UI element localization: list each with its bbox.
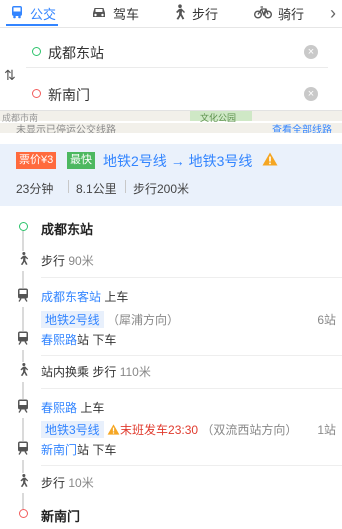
start-dot-icon xyxy=(19,222,28,231)
step-board-2-text: 春熙路 上车 xyxy=(41,399,104,416)
bus-icon xyxy=(10,5,24,22)
step-transfer-text: 站内换乘 步行 110米 xyxy=(41,363,151,380)
start-dot-icon xyxy=(32,47,41,56)
end-row: 新南门 × xyxy=(26,79,328,109)
walk-icon xyxy=(172,3,186,23)
board-1-suffix: 上车 xyxy=(104,290,129,304)
tab-car-label: 驾车 xyxy=(113,6,140,22)
warning-icon xyxy=(262,152,278,171)
walk-1-label: 步行 xyxy=(41,254,66,268)
meta-divider xyxy=(68,180,69,193)
end-dot-icon xyxy=(19,509,28,518)
route-steps: 成都东站 步行 90米 成都东客站 上车 地铁2号线 （犀浦方向） 6站 春熙路… xyxy=(0,207,342,529)
tab-bicycle[interactable]: 骑行 xyxy=(254,0,304,26)
fastest-badge: 最快 xyxy=(67,152,95,169)
car-icon xyxy=(91,5,107,22)
subway-icon xyxy=(17,441,29,460)
step-divider xyxy=(41,355,342,356)
route-lines: 地铁2号线 → 地铁3号线 xyxy=(103,151,252,171)
line-1-stop-count[interactable]: 6站 xyxy=(317,311,336,328)
last-train-warning-icon xyxy=(107,423,120,437)
map-label-park: 文化公园 xyxy=(200,113,237,123)
walk-icon xyxy=(17,362,29,382)
subway-icon xyxy=(17,399,29,418)
walk-2-label: 步行 xyxy=(41,476,66,490)
map-preview[interactable]: 成都市南 文化公园 未显示已停运公交线路 查看全部线路 xyxy=(0,110,342,133)
alight-1-station[interactable]: 春熙路 xyxy=(41,333,77,347)
transfer-distance: 110米 xyxy=(119,365,151,379)
line-2-tag[interactable]: 地铁3号线 xyxy=(41,421,104,438)
step-divider xyxy=(41,388,342,389)
transfer-label: 站内换乘 步行 xyxy=(41,365,117,379)
price-badge: 票价¥3 xyxy=(16,152,57,169)
bicycle-icon xyxy=(254,5,272,22)
walk-2-distance: 10米 xyxy=(68,476,94,490)
step-board-1-text: 成都东客站 上车 xyxy=(41,288,128,305)
route-line-a: 地铁2号线 xyxy=(103,153,167,169)
walk-icon xyxy=(17,473,29,493)
swap-icon[interactable]: ⇅ xyxy=(4,67,16,84)
alight-2-suffix: 站 下车 xyxy=(77,443,117,457)
line-1-tag[interactable]: 地铁2号线 xyxy=(41,311,104,328)
tab-car[interactable]: 驾车 xyxy=(91,0,139,26)
tab-bus-label: 公交 xyxy=(30,6,57,22)
tab-bus[interactable]: 公交 xyxy=(10,0,56,26)
step-start-name: 成都东站 xyxy=(41,222,94,237)
mode-tabs: 公交 驾车 步行 骑行 › xyxy=(0,0,342,26)
step-divider xyxy=(41,465,342,466)
step-alight-2-text: 新南门站 下车 xyxy=(41,441,116,458)
walk-icon xyxy=(17,251,29,271)
alight-1-suffix: 站 下车 xyxy=(77,333,117,347)
step-line-1-text: 地铁2号线 （犀浦方向） xyxy=(41,311,179,328)
step-end-name: 新南门 xyxy=(41,509,81,524)
tab-bicycle-label: 骑行 xyxy=(278,6,305,22)
view-all-lines-link[interactable]: 查看全部线路 xyxy=(272,121,332,133)
more-tabs-chevron-icon[interactable]: › xyxy=(330,0,342,26)
tab-walk-label: 步行 xyxy=(192,6,219,22)
subway-icon xyxy=(17,331,29,350)
clear-start-icon[interactable]: × xyxy=(304,45,318,59)
board-2-suffix: 上车 xyxy=(80,401,105,415)
board-1-station[interactable]: 成都东客站 xyxy=(41,290,101,304)
route-arrow: → xyxy=(170,153,185,169)
board-2-station[interactable]: 春熙路 xyxy=(41,401,77,415)
line-1-direction: （犀浦方向） xyxy=(107,313,180,327)
end-input[interactable]: 新南门 xyxy=(48,85,90,105)
last-train-time: 末班发车23:30 xyxy=(120,423,199,437)
subway-icon xyxy=(17,288,29,307)
step-alight-1-text: 春熙路站 下车 xyxy=(41,331,116,348)
route-input-panel: ⇅ 成都东站 × 新南门 × xyxy=(0,27,342,110)
walk-1-distance: 90米 xyxy=(68,254,94,268)
route-line-b: 地铁3号线 xyxy=(188,153,253,169)
start-row: 成都东站 × xyxy=(26,37,328,68)
alight-2-station[interactable]: 新南门 xyxy=(41,443,77,457)
map-note: 未显示已停运公交线路 xyxy=(16,125,116,133)
route-summary[interactable]: 票价¥3 最快 地铁2号线 → 地铁3号线 23分钟 8.1公里 步行200米 xyxy=(0,144,342,206)
step-line-2-text: 地铁3号线 末班发车23:30 （双流西站方向） xyxy=(41,421,297,438)
end-dot-icon xyxy=(32,89,41,98)
start-input[interactable]: 成都东站 xyxy=(48,43,104,63)
step-walk-2-text: 步行 10米 xyxy=(41,474,94,491)
route-duration: 23分钟 xyxy=(16,182,54,196)
tab-walk[interactable]: 步行 xyxy=(172,0,218,26)
step-walk-1-text: 步行 90米 xyxy=(41,252,94,269)
clear-end-icon[interactable]: × xyxy=(304,87,318,101)
step-divider xyxy=(41,277,342,278)
active-tab-underline xyxy=(6,24,58,26)
line-2-direction: （双流西站方向） xyxy=(201,423,298,437)
meta-divider xyxy=(125,180,126,193)
route-walk: 步行200米 xyxy=(133,182,190,196)
line-2-stop-count[interactable]: 1站 xyxy=(317,421,336,438)
route-distance: 8.1公里 xyxy=(76,182,117,196)
